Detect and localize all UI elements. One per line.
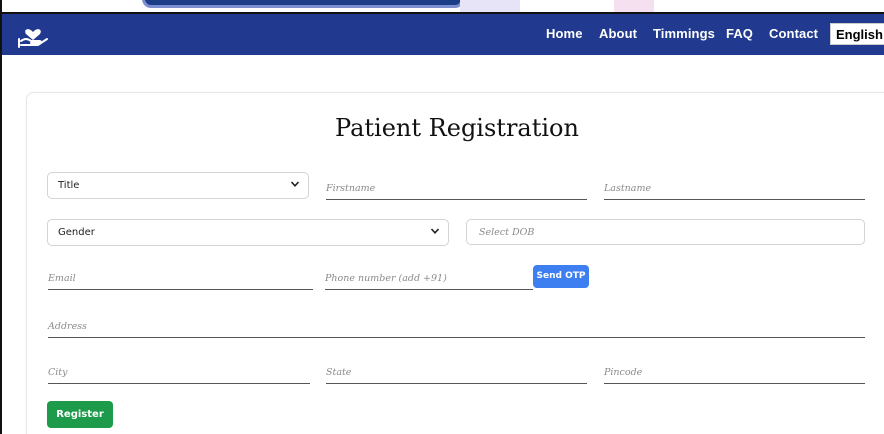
title-select-label: Title (58, 180, 80, 191)
gender-select[interactable]: Gender (47, 219, 449, 246)
state-input[interactable]: State (326, 362, 587, 384)
nav-faq[interactable]: FAQ (726, 26, 753, 41)
chevron-down-icon (290, 181, 300, 187)
lastname-input[interactable]: Lastname (604, 178, 865, 200)
gender-select-label: Gender (58, 227, 95, 238)
email-input[interactable]: Email (48, 268, 313, 290)
pincode-input[interactable]: Pincode (604, 362, 865, 384)
nav-timmings[interactable]: Timmings (653, 26, 715, 41)
chevron-down-icon (430, 228, 440, 234)
register-button[interactable]: Register (47, 401, 113, 428)
navbar: Home About Timmings FAQ Contact English (2, 12, 884, 55)
nav-contact[interactable]: Contact (769, 26, 818, 41)
top-strip (2, 0, 884, 12)
language-select[interactable]: English (830, 23, 884, 45)
send-otp-button[interactable]: Send OTP (533, 265, 589, 288)
dob-input[interactable]: Select DOB (466, 219, 865, 245)
address-input[interactable]: Address (48, 316, 865, 338)
nav-about[interactable]: About (599, 26, 637, 41)
firstname-input[interactable]: Firstname (326, 178, 587, 200)
city-input[interactable]: City (48, 362, 310, 384)
nav-home[interactable]: Home (546, 26, 583, 41)
phone-input[interactable]: Phone number (add +91) (325, 268, 533, 290)
page-title: Patient Registration (335, 114, 579, 142)
language-label: English (836, 27, 883, 42)
heart-hand-icon[interactable] (16, 21, 50, 49)
title-select[interactable]: Title (47, 172, 309, 199)
